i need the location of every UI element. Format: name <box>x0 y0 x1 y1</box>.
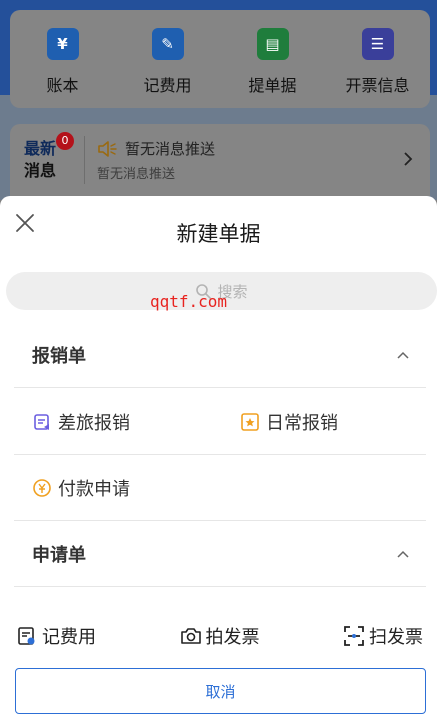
ledger-icon: ¥ <box>46 28 79 60</box>
message-logo: 最新 消息 0 <box>10 132 82 182</box>
watermark-text: qqtf.com <box>150 292 228 311</box>
message-title-row: 暂无消息推送 <box>97 138 402 159</box>
quick-action-label: 提单据 <box>248 76 297 95</box>
sheet-header: 新建单据 <box>0 196 437 270</box>
quick-action-invoice-info[interactable]: ☰ 开票信息 <box>325 10 430 108</box>
camera-icon <box>180 628 201 644</box>
message-body: 暂无消息推送 暂无消息推送 <box>85 138 402 182</box>
section-title: 报销单 <box>32 345 86 367</box>
section-header-application[interactable]: 申请单 <box>14 521 426 587</box>
scan-icon <box>344 626 364 646</box>
form-row: 差旅报销 日常报销 <box>14 389 426 455</box>
new-document-sheet: 新建单据 搜索 qqtf.com 报销单 差旅报销 日常报销 付款申请 申请单 … <box>0 196 437 721</box>
scan-invoice-label: 扫发票 <box>369 627 423 648</box>
quick-action-label: 记费用 <box>143 76 192 95</box>
photo-invoice-label: 拍发票 <box>205 627 260 648</box>
chevron-right-icon <box>402 148 430 172</box>
sheet-title: 新建单据 <box>176 222 261 246</box>
photo-invoice-button[interactable]: 拍发票 <box>180 623 260 649</box>
quick-actions-card: ¥ 账本 ✎ 记费用 ▤ 提单据 ☰ 开票信息 <box>10 10 430 108</box>
quick-action-label: 开票信息 <box>345 76 410 95</box>
quick-action-ledger[interactable]: ¥ 账本 <box>10 10 115 108</box>
record-expense-icon <box>18 627 35 645</box>
quick-action-submit-document[interactable]: ▤ 提单据 <box>220 10 325 108</box>
message-card[interactable]: 最新 消息 0 暂无消息推送 暂无消息推送 <box>10 124 430 196</box>
payment-request-icon <box>33 478 51 497</box>
form-item-daily-reimburse[interactable]: 日常报销 <box>240 409 338 435</box>
form-item-travel-reimburse[interactable]: 差旅报销 <box>32 409 130 435</box>
form-row: 付款申请 <box>14 455 426 521</box>
section-title: 申请单 <box>32 544 86 566</box>
cancel-button[interactable]: 取消 <box>15 668 426 714</box>
form-item-label: 付款申请 <box>58 478 130 500</box>
scan-invoice-button[interactable]: 扫发票 <box>343 623 423 649</box>
chevron-up-icon <box>397 351 409 359</box>
message-title: 暂无消息推送 <box>125 140 216 158</box>
chevron-up-icon <box>397 550 409 558</box>
message-subtitle: 暂无消息推送 <box>97 167 176 182</box>
quick-action-record-expense[interactable]: ✎ 记费用 <box>115 10 220 108</box>
record-expense-button[interactable]: 记费用 <box>16 623 96 649</box>
notebook-icon: ✎ <box>151 28 184 60</box>
daily-reimburse-icon <box>241 412 259 431</box>
speaker-icon <box>98 140 117 157</box>
message-count-badge: 0 <box>56 132 74 150</box>
message-logo-line2: 消息 <box>24 161 57 180</box>
form-item-payment-request[interactable]: 付款申请 <box>32 475 130 501</box>
record-expense-label: 记费用 <box>42 627 96 648</box>
travel-reimburse-icon <box>34 413 49 430</box>
form-item-label: 差旅报销 <box>58 412 130 434</box>
quick-action-label: 账本 <box>46 76 79 95</box>
bottom-action-bar: 记费用 拍发票 扫发票 <box>0 620 437 652</box>
section-header-reimbursement[interactable]: 报销单 <box>14 322 426 388</box>
ticket-icon: ☰ <box>361 28 394 60</box>
printer-icon: ▤ <box>256 28 289 60</box>
form-item-label: 日常报销 <box>266 412 338 434</box>
